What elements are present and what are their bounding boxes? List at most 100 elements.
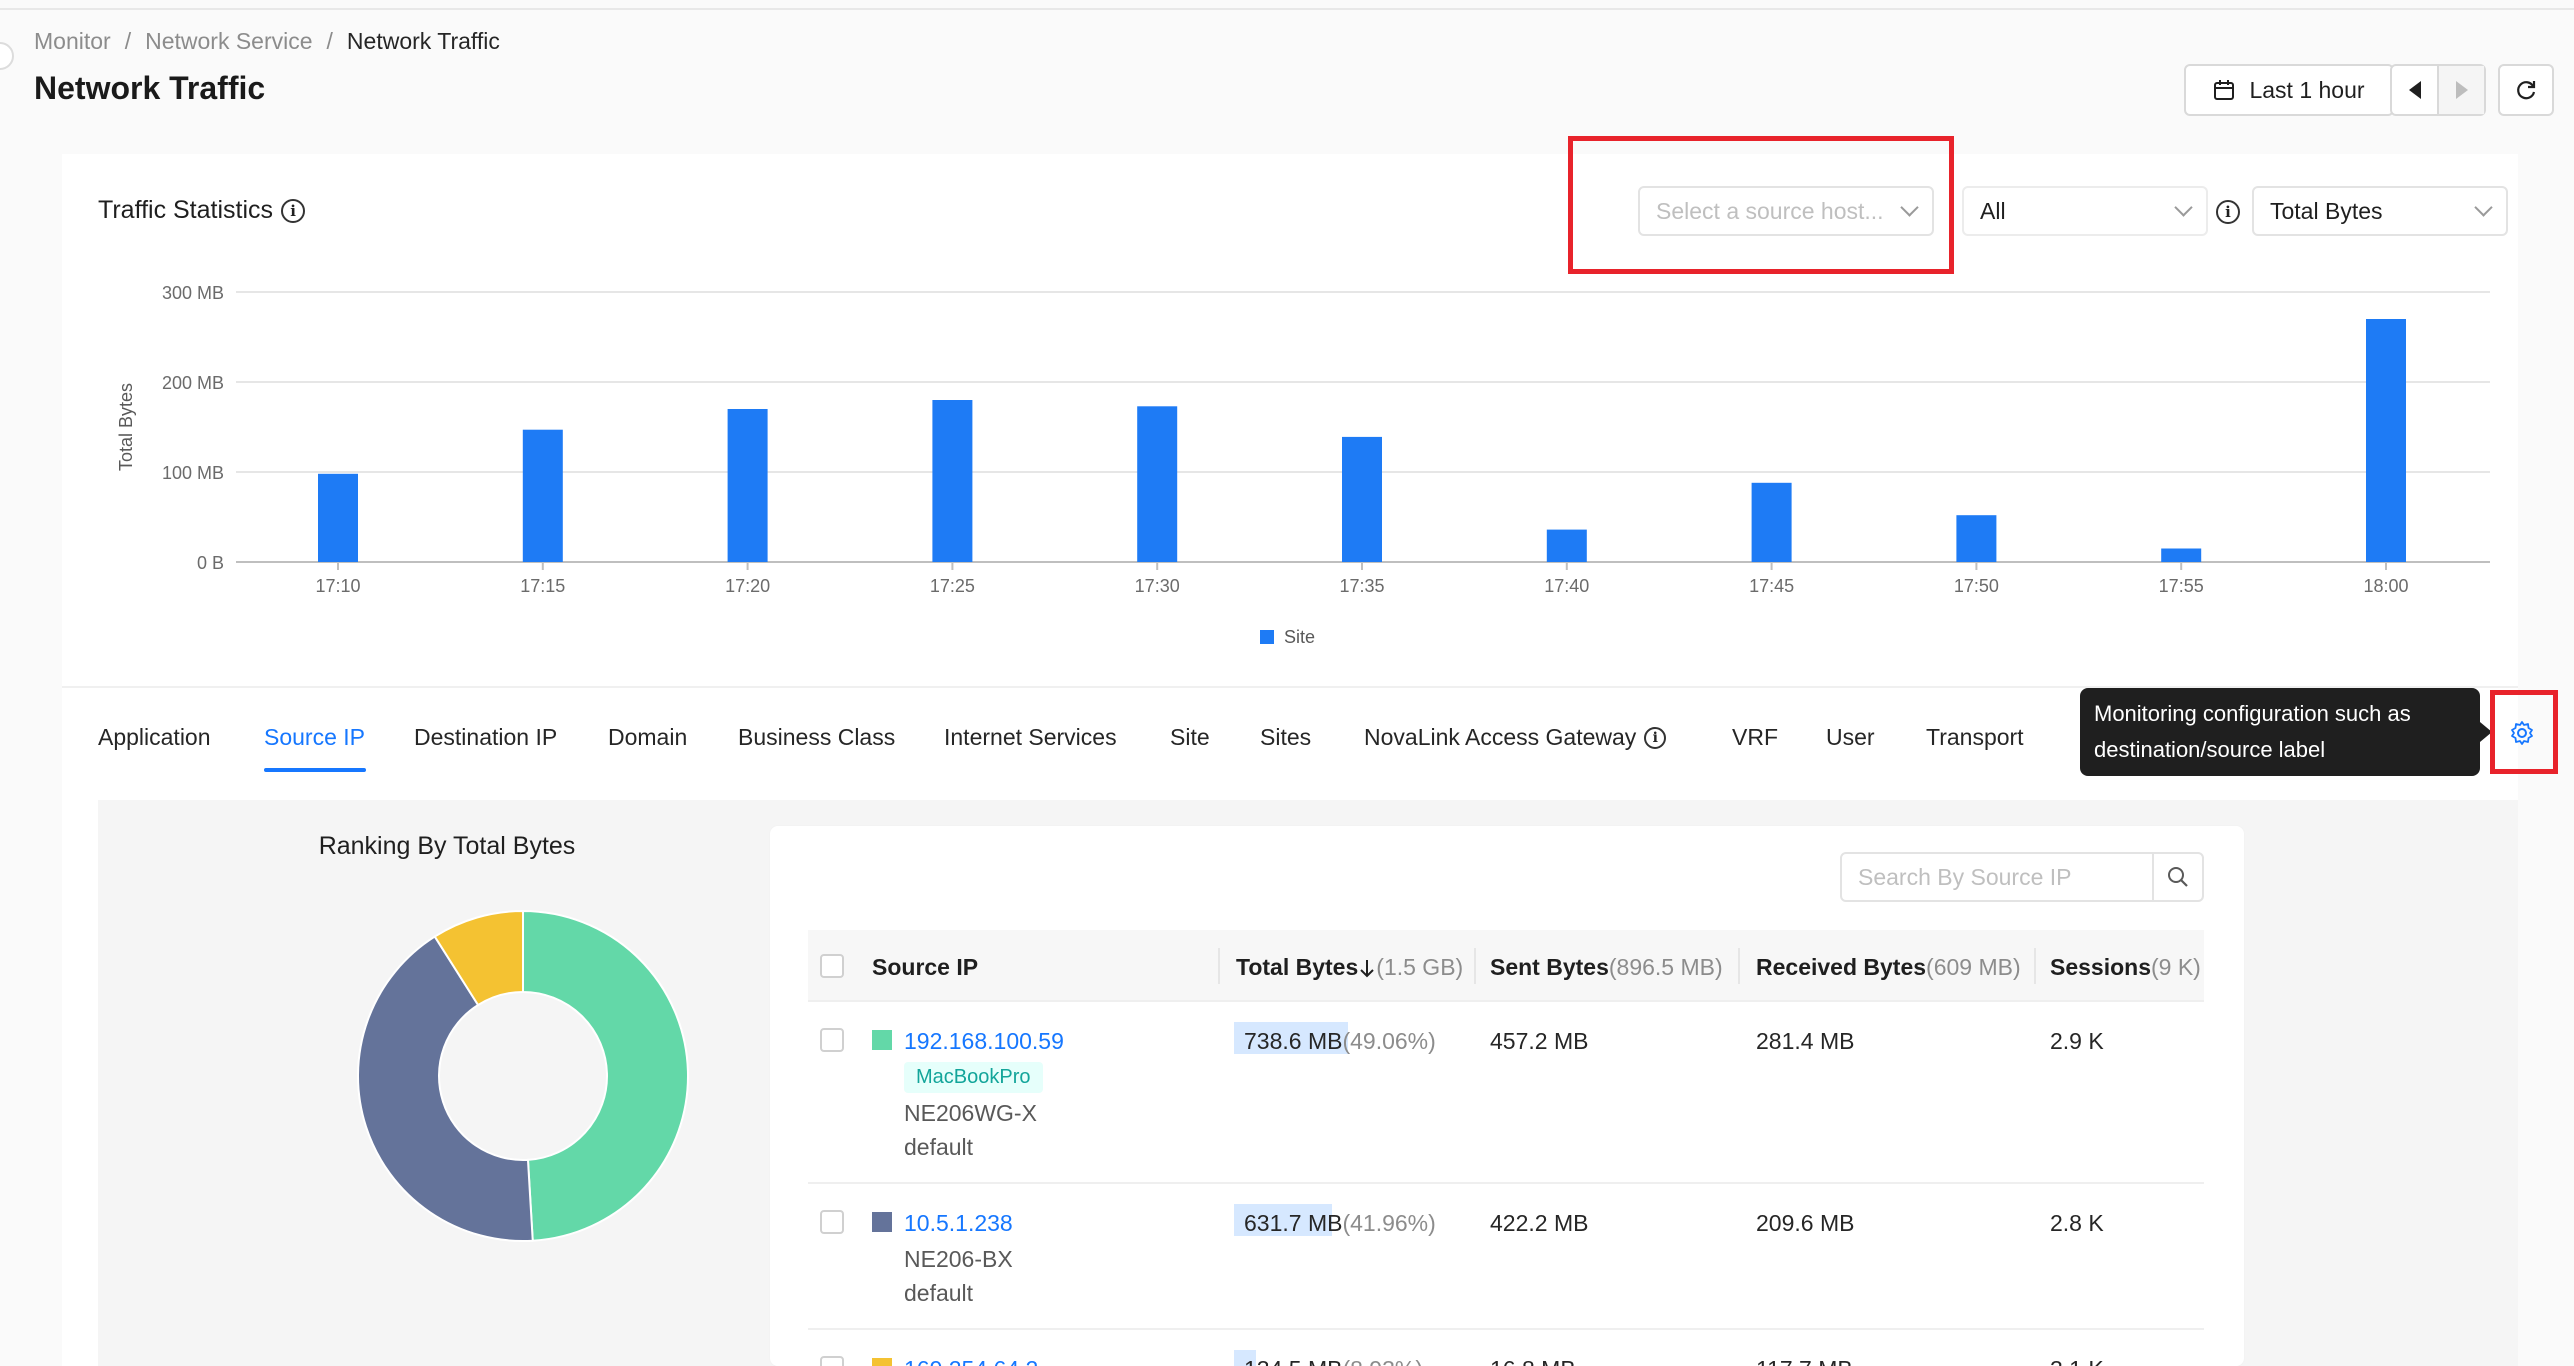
caret-left-icon	[2408, 81, 2421, 99]
tab-source-ip[interactable]: Source IP	[264, 724, 365, 751]
breadcrumb-network-traffic: Network Traffic	[346, 28, 500, 54]
traffic-statistics-title: Traffic Statistics i	[98, 196, 306, 225]
bar	[1751, 482, 1792, 562]
time-nav-group	[2390, 64, 2486, 116]
chevron-down-icon	[2174, 197, 2193, 217]
tooltip-line-1: Monitoring configuration such as	[2094, 701, 2411, 726]
header-source-ip[interactable]: Source IP	[872, 954, 978, 981]
tab-transport[interactable]: Transport	[1926, 724, 2024, 751]
sessions-cell: 3.1 K	[2050, 1356, 2104, 1366]
header-total-bytes-label: Total Bytes	[1236, 954, 1359, 980]
bar	[1546, 529, 1587, 562]
vrf-name: default	[904, 1280, 974, 1306]
tab-sites[interactable]: Sites	[1260, 724, 1311, 751]
received-bytes-cell: 281.4 MB	[1756, 1028, 1855, 1054]
tab-user[interactable]: User	[1826, 724, 1875, 751]
header-sent-bytes-label: Sent Bytes	[1490, 954, 1609, 980]
select-all-checkbox[interactable]	[820, 954, 844, 978]
table-row[interactable]: 10.5.1.238 NE206-BX default 631.7 MB(41.…	[808, 1184, 2204, 1330]
tab-vrf[interactable]: VRF	[1732, 724, 1778, 751]
bar	[2161, 548, 2202, 562]
row-checkbox[interactable]	[820, 1210, 844, 1234]
table-row[interactable]: 169.254.64.2 134.5 MB(8.93%) 16.8 MB 117…	[808, 1330, 2204, 1366]
breadcrumb-network-service[interactable]: Network Service	[145, 28, 312, 55]
metric-value: Total Bytes	[2270, 197, 2383, 224]
y-tick-label: 0 B	[197, 553, 224, 573]
previous-period-button[interactable]	[2392, 66, 2437, 114]
sent-bytes-cell: 16.8 MB	[1490, 1356, 1576, 1366]
x-tick-label: 17:45	[1749, 576, 1794, 596]
ranking-title: Ranking By Total Bytes	[318, 832, 576, 860]
search-input[interactable]: Search By Source IP	[1840, 852, 2154, 902]
device-name: NE206-BX	[904, 1246, 1013, 1272]
total-bytes-cell: 738.6 MB(49.06%)	[1244, 1028, 1436, 1055]
tab-internet-services[interactable]: Internet Services	[944, 724, 1117, 751]
column-separator	[1738, 948, 1740, 984]
sent-bytes-cell: 457.2 MB	[1490, 1028, 1589, 1054]
header-total-bytes[interactable]: Total Bytes (1.5 GB)	[1236, 954, 1463, 981]
source-ip-link[interactable]: 10.5.1.238	[904, 1210, 1013, 1237]
row-checkbox[interactable]	[820, 1356, 844, 1366]
column-separator	[1474, 948, 1476, 984]
total-bytes-cell: 134.5 MB(8.93%)	[1244, 1356, 1423, 1366]
total-bytes-percent: (41.96%)	[1342, 1210, 1436, 1236]
source-ip-link[interactable]: 192.168.100.59	[904, 1028, 1064, 1055]
metric-select[interactable]: Total Bytes	[2252, 186, 2508, 236]
x-tick-label: 17:50	[1954, 576, 1999, 596]
info-icon[interactable]: i	[1644, 726, 1667, 749]
breadcrumb-separator: /	[124, 28, 132, 54]
device-name: NE206WG-X	[904, 1100, 1037, 1126]
x-tick-label: 17:10	[315, 576, 360, 596]
header-sent-bytes-sum: (896.5 MB)	[1608, 954, 1723, 980]
y-axis-label: Total Bytes	[116, 383, 136, 471]
row-checkbox[interactable]	[820, 1028, 844, 1052]
active-tab-indicator	[264, 768, 366, 772]
bar	[1956, 515, 1997, 562]
bar	[932, 400, 973, 562]
vrf-name: default	[904, 1134, 974, 1160]
arrow-down-icon	[1360, 960, 1374, 978]
x-tick-label: 17:35	[1339, 576, 1384, 596]
bar	[318, 473, 358, 562]
search-button[interactable]	[2152, 852, 2204, 902]
bar	[2366, 319, 2406, 562]
total-bytes-value: 134.5 MB	[1244, 1356, 1342, 1366]
legend-label: Site	[1284, 627, 1315, 647]
refresh-button[interactable]	[2498, 64, 2554, 116]
donut-slice[interactable]	[522, 910, 689, 1242]
tab-domain[interactable]: Domain	[608, 724, 687, 751]
y-tick-label: 300 MB	[162, 283, 224, 303]
header-sent-bytes[interactable]: Sent Bytes(896.5 MB)	[1490, 954, 1723, 981]
tab-business-class[interactable]: Business Class	[738, 724, 895, 751]
tab-novalink-access-gateway[interactable]: NovaLink Access Gateway i	[1364, 724, 1667, 751]
tab-novalink-label: NovaLink Access Gateway	[1364, 724, 1637, 750]
legend-swatch	[1260, 630, 1274, 644]
tab-site[interactable]: Site	[1170, 724, 1210, 751]
y-tick-label: 100 MB	[162, 463, 224, 483]
header-received-bytes[interactable]: Received Bytes(609 MB)	[1756, 954, 2021, 981]
column-separator	[1218, 948, 1220, 984]
source-ip-link[interactable]: 169.254.64.2	[904, 1356, 1038, 1366]
highlight-settings	[2490, 690, 2558, 774]
sidebar-collapse-handle[interactable]	[0, 42, 14, 70]
table-row[interactable]: 192.168.100.59 MacBookPro NE206WG-X defa…	[808, 1002, 2204, 1184]
filter-select[interactable]: All	[1962, 186, 2208, 236]
tab-destination-ip[interactable]: Destination IP	[414, 724, 557, 751]
x-tick-label: 18:00	[2363, 576, 2408, 596]
page-title: Network Traffic	[34, 70, 266, 106]
breadcrumb-separator: /	[326, 28, 333, 54]
tab-application[interactable]: Application	[98, 724, 211, 751]
x-tick-label: 17:25	[930, 576, 975, 596]
time-range-label: Last 1 hour	[2249, 76, 2365, 103]
series-color-swatch	[872, 1358, 892, 1366]
search-placeholder: Search By Source IP	[1858, 863, 2072, 890]
x-tick-label: 17:15	[520, 576, 565, 596]
total-bytes-cell: 631.7 MB(41.96%)	[1244, 1210, 1436, 1237]
breadcrumb-monitor[interactable]: Monitor	[34, 28, 111, 55]
next-period-button[interactable]	[2437, 66, 2484, 114]
sent-bytes-cell: 422.2 MB	[1490, 1210, 1589, 1236]
info-icon[interactable]: i	[2216, 200, 2240, 224]
info-icon[interactable]: i	[281, 198, 306, 223]
header-sessions[interactable]: Sessions(9 K)	[2050, 954, 2201, 981]
time-range-button[interactable]: Last 1 hour	[2184, 64, 2394, 116]
